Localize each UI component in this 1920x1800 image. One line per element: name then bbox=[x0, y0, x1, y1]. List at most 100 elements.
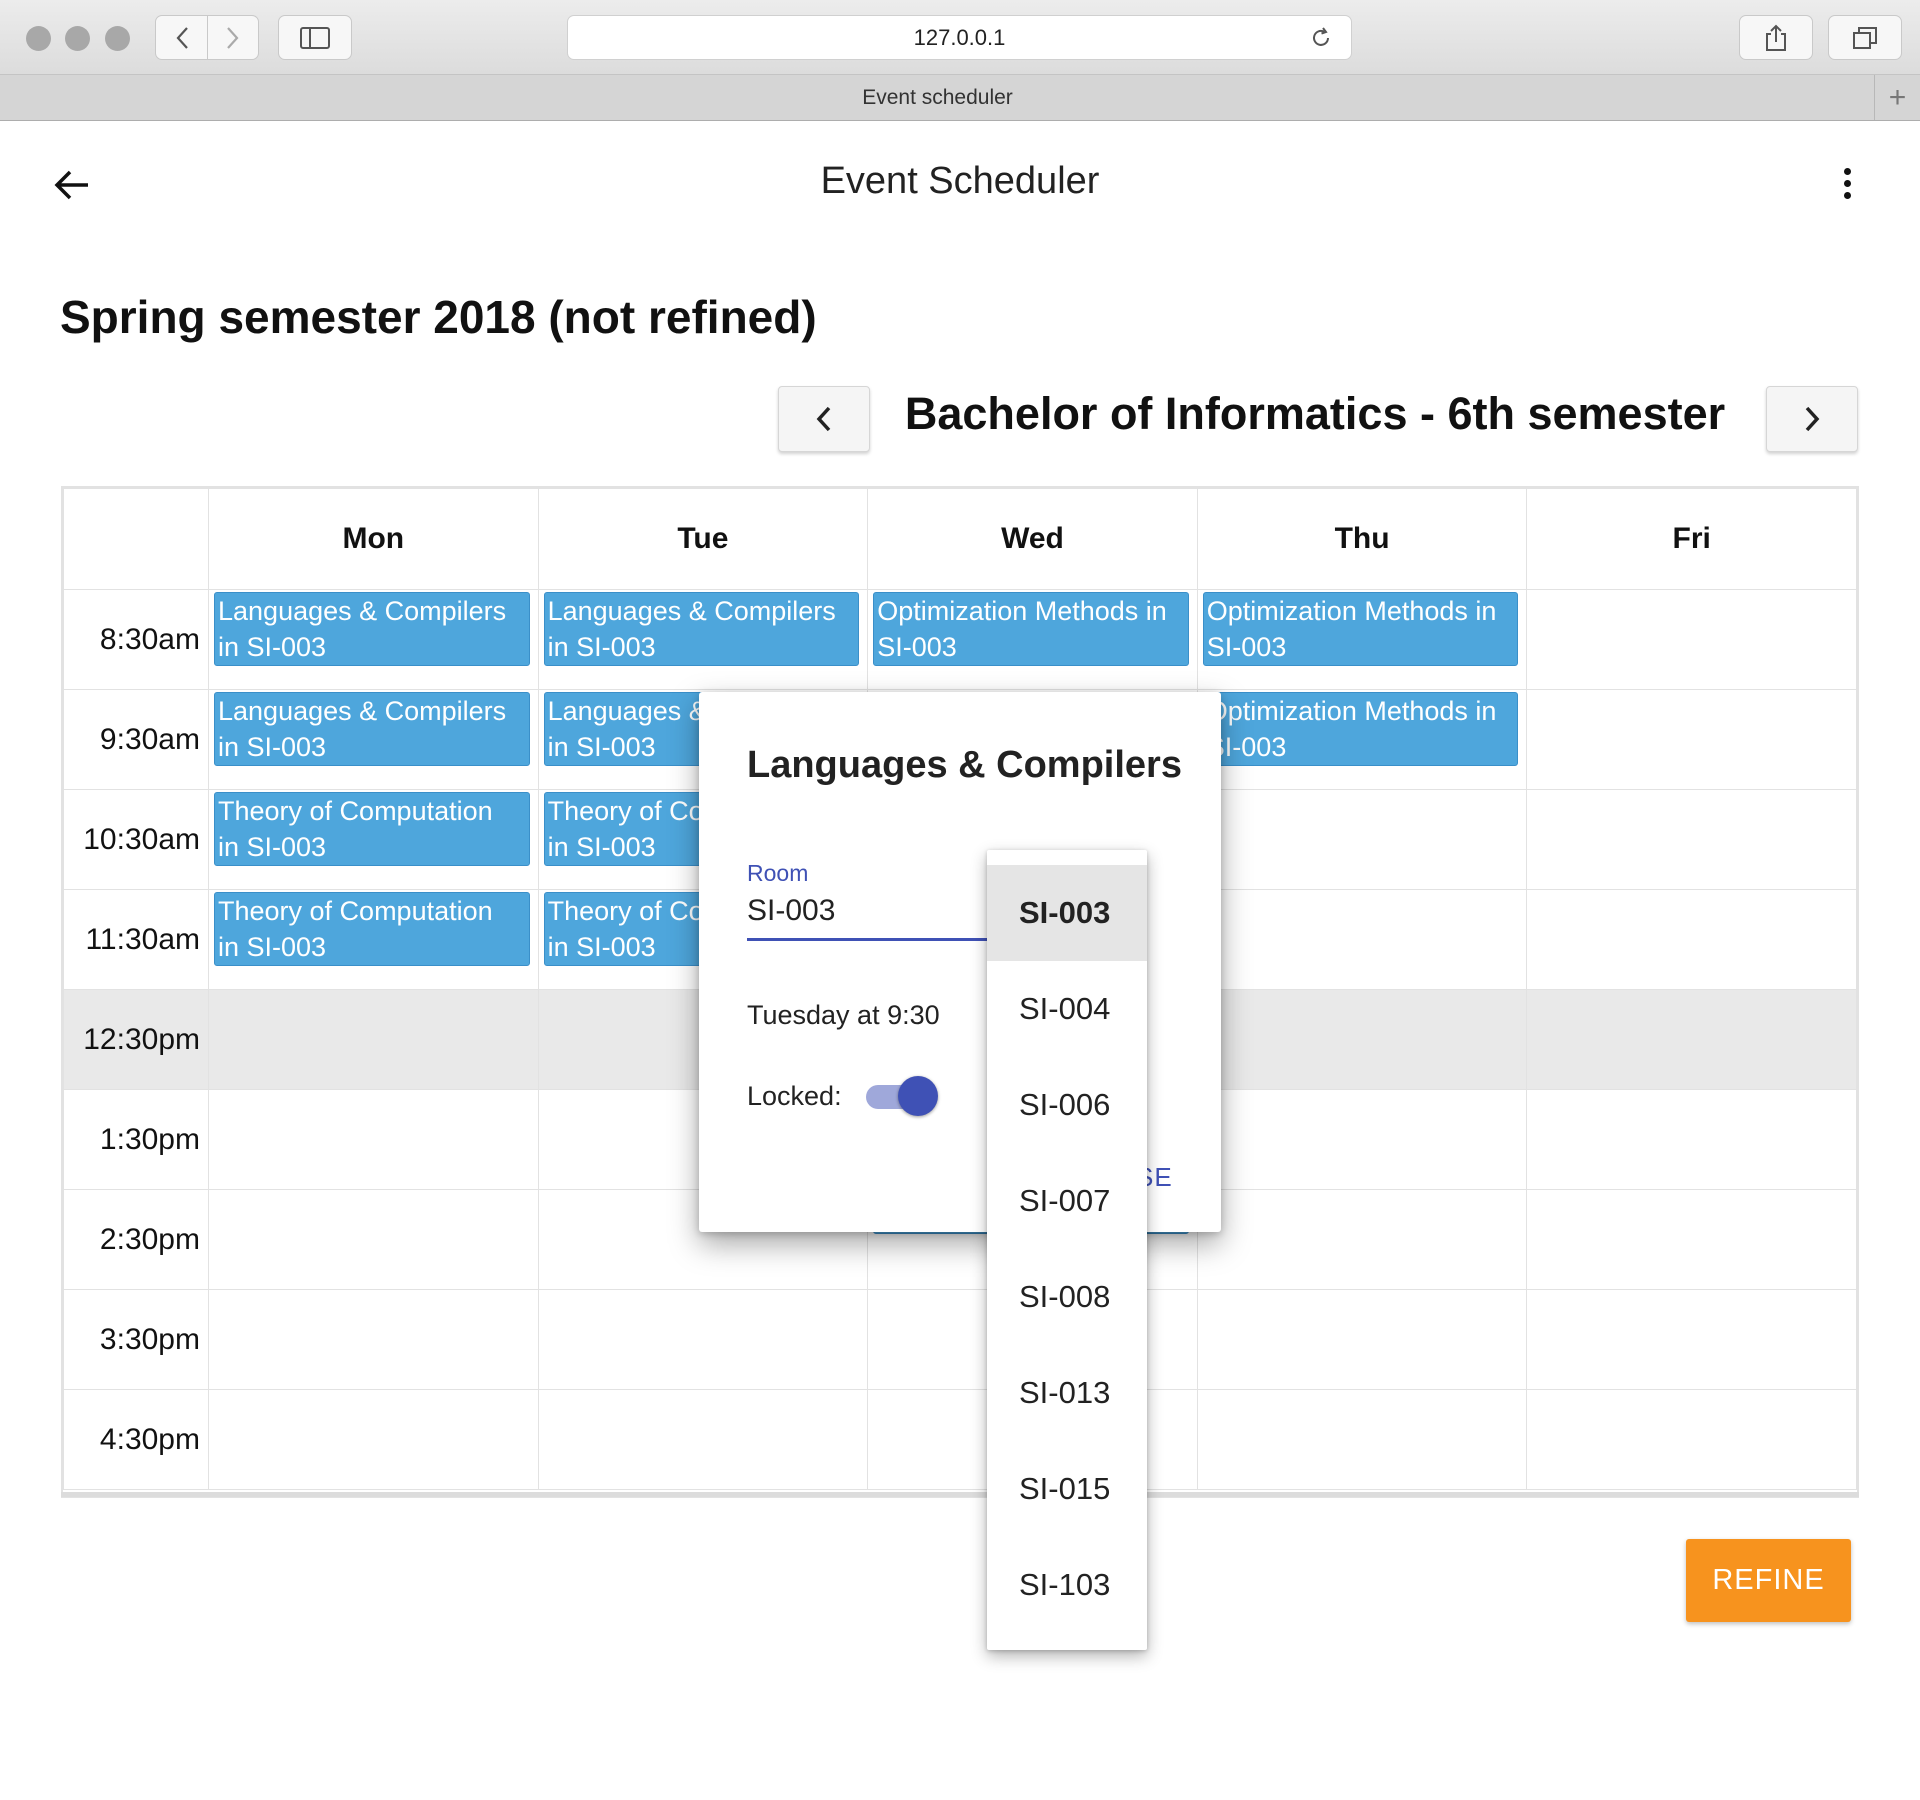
event-room: in SI-003 bbox=[218, 632, 327, 662]
tabs-icon bbox=[1853, 26, 1877, 49]
address-bar[interactable]: 127.0.0.1 bbox=[567, 15, 1352, 60]
next-program-button[interactable] bbox=[1766, 386, 1858, 452]
minimize-window-button[interactable] bbox=[65, 26, 90, 51]
previous-program-button[interactable] bbox=[778, 386, 870, 452]
schedule-cell[interactable]: Languages & Compilers in SI-003 bbox=[537, 589, 869, 690]
schedule-cell[interactable] bbox=[1196, 1289, 1528, 1390]
app-title: Event Scheduler bbox=[820, 160, 1100, 202]
grid-bottom-border bbox=[61, 1492, 1859, 1497]
corner-cell bbox=[63, 488, 209, 590]
event-block[interactable]: Theory of Computation in SI-003 bbox=[214, 792, 530, 866]
room-option[interactable]: SI-006 bbox=[987, 1057, 1147, 1153]
show-tabs-button[interactable] bbox=[1828, 15, 1902, 60]
browser-back-button[interactable] bbox=[156, 16, 207, 59]
time-label: 12:30pm bbox=[63, 989, 209, 1090]
browser-forward-button[interactable] bbox=[207, 16, 258, 59]
schedule-cell[interactable] bbox=[1196, 1189, 1528, 1290]
event-room: in SI-003 bbox=[218, 932, 327, 962]
room-option[interactable]: SI-007 bbox=[987, 1153, 1147, 1249]
event-room: SI-003 bbox=[1206, 632, 1287, 662]
zoom-window-button[interactable] bbox=[105, 26, 130, 51]
schedule-cell[interactable] bbox=[208, 1089, 539, 1190]
time-row: 8:30am Languages & Compilers in SI-003 Lang… bbox=[63, 589, 1857, 690]
room-option[interactable]: SI-008 bbox=[987, 1249, 1147, 1345]
schedule-cell[interactable] bbox=[208, 1289, 539, 1390]
toggle-thumb bbox=[898, 1076, 938, 1116]
chevron-right-icon bbox=[1805, 406, 1820, 432]
schedule-cell[interactable] bbox=[1196, 889, 1528, 990]
dialog-title: Languages & Compilers bbox=[747, 744, 1182, 786]
share-button[interactable] bbox=[1739, 15, 1813, 60]
close-window-button[interactable] bbox=[26, 26, 51, 51]
schedule-cell[interactable] bbox=[537, 1389, 869, 1490]
schedule-cell[interactable] bbox=[1526, 1189, 1857, 1290]
schedule-cell[interactable] bbox=[1526, 989, 1857, 1090]
schedule-cell[interactable] bbox=[1526, 589, 1857, 690]
schedule-cell[interactable] bbox=[208, 1189, 539, 1290]
event-block[interactable]: Languages & Compilers in SI-003 bbox=[543, 592, 860, 666]
schedule-cell[interactable]: Languages & Compilers in SI-003 bbox=[208, 589, 539, 690]
schedule-cell[interactable] bbox=[1196, 789, 1528, 890]
room-option[interactable]: SI-004 bbox=[987, 961, 1147, 1057]
event-block[interactable]: Languages & Compilers in SI-003 bbox=[214, 592, 530, 666]
room-option[interactable]: SI-013 bbox=[987, 1345, 1147, 1441]
tab-bar: Event scheduler + bbox=[0, 75, 1920, 121]
room-option[interactable]: SI-003 bbox=[987, 865, 1147, 961]
room-option[interactable]: SI-015 bbox=[987, 1441, 1147, 1537]
event-block[interactable]: Languages & Compilers in SI-003 bbox=[214, 692, 530, 766]
schedule-cell[interactable] bbox=[1526, 789, 1857, 890]
chevron-left-icon bbox=[816, 406, 831, 432]
time-label: 4:30pm bbox=[63, 1389, 209, 1490]
schedule-cell[interactable]: Theory of Computation in SI-003 bbox=[208, 889, 539, 990]
schedule-cell[interactable] bbox=[1526, 1289, 1857, 1390]
locked-label: Locked: bbox=[747, 1081, 842, 1111]
day-header-row: Mon Tue Wed Thu Fri bbox=[63, 488, 1857, 590]
event-block[interactable]: Optimization Methods in SI-003 bbox=[873, 592, 1189, 666]
event-title: Theory of Computation bbox=[218, 796, 493, 826]
room-field-label: Room bbox=[747, 860, 809, 886]
schedule-cell[interactable] bbox=[1526, 1089, 1857, 1190]
event-title: Theory of Computation bbox=[218, 896, 493, 926]
schedule-cell[interactable] bbox=[208, 1389, 539, 1490]
url-text: 127.0.0.1 bbox=[913, 24, 1006, 50]
sidebar-toggle-button[interactable] bbox=[278, 15, 352, 60]
more-vert-icon[interactable] bbox=[1832, 164, 1862, 206]
tab-event-scheduler[interactable]: Event scheduler bbox=[0, 75, 1875, 120]
event-title: Optimization Methods in bbox=[1206, 696, 1497, 726]
event-room: SI-003 bbox=[877, 632, 957, 662]
schedule-cell[interactable]: Optimization Methods in SI-003 bbox=[1196, 589, 1528, 690]
time-label: 2:30pm bbox=[63, 1189, 209, 1290]
event-date-text: Tuesday at 9:30 bbox=[747, 1000, 940, 1030]
reload-icon[interactable] bbox=[1309, 26, 1333, 50]
semester-title: Spring semester 2018 (not refined) bbox=[60, 291, 817, 343]
schedule-cell[interactable] bbox=[1196, 1389, 1528, 1490]
event-title: Languages & Compilers bbox=[547, 596, 836, 626]
schedule-cell[interactable] bbox=[1526, 689, 1857, 790]
schedule-cell[interactable] bbox=[1526, 1389, 1857, 1490]
time-label: 10:30am bbox=[63, 789, 209, 890]
schedule-cell[interactable]: Theory of Computation in SI-003 bbox=[208, 789, 539, 890]
locked-toggle[interactable] bbox=[866, 1076, 942, 1116]
schedule-cell[interactable]: Languages & Compilers in SI-003 bbox=[208, 689, 539, 790]
schedule-cell[interactable] bbox=[1196, 1089, 1528, 1190]
refine-button[interactable]: REFINE bbox=[1686, 1539, 1851, 1622]
room-select[interactable]: SI-003 bbox=[747, 894, 835, 928]
time-label: 3:30pm bbox=[63, 1289, 209, 1390]
room-dropdown-menu: SI-003 SI-004 SI-006 SI-007 SI-008 SI-013 SI-0… bbox=[987, 850, 1147, 1650]
room-field-underline bbox=[747, 938, 987, 941]
schedule-cell[interactable] bbox=[208, 989, 539, 1090]
event-block[interactable]: Optimization Methods in SI-003 bbox=[1202, 692, 1519, 766]
room-option[interactable]: SI-103 bbox=[987, 1537, 1147, 1633]
chevron-left-icon bbox=[176, 26, 188, 49]
time-label: 8:30am bbox=[63, 589, 209, 690]
new-tab-button[interactable]: + bbox=[1874, 75, 1920, 120]
share-icon bbox=[1766, 24, 1786, 51]
event-block[interactable]: Optimization Methods in SI-003 bbox=[1202, 592, 1519, 666]
schedule-cell[interactable]: Optimization Methods in SI-003 bbox=[867, 589, 1198, 690]
schedule-cell[interactable]: Optimization Methods in SI-003 bbox=[1196, 689, 1528, 790]
time-label: 1:30pm bbox=[63, 1089, 209, 1190]
schedule-cell[interactable] bbox=[537, 1289, 869, 1390]
schedule-cell[interactable] bbox=[1196, 989, 1528, 1090]
schedule-cell[interactable] bbox=[1526, 889, 1857, 990]
event-block[interactable]: Theory of Computation in SI-003 bbox=[214, 892, 530, 966]
